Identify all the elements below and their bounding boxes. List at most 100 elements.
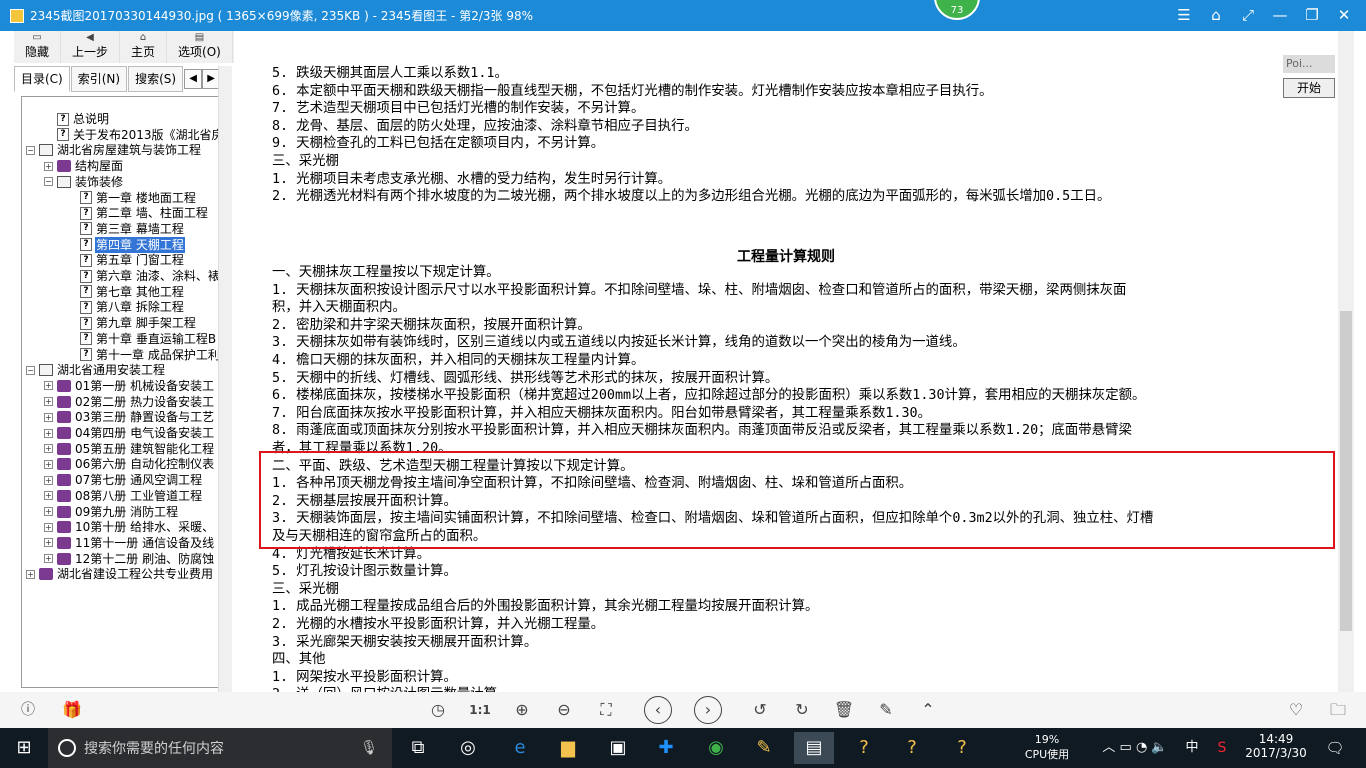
expand-icon[interactable]: + xyxy=(44,459,53,469)
delete-icon[interactable]: 🗑 xyxy=(830,696,858,724)
expand-icon[interactable]: + xyxy=(44,397,53,407)
tree-item[interactable]: ? 第七章 其他工程 xyxy=(80,284,185,300)
tree-item[interactable]: +01第一册 机械设备安装工 xyxy=(44,378,215,394)
tree-item[interactable]: ? 第一章 楼地面工程 xyxy=(80,190,197,206)
tab-index[interactable]: 索引(N) xyxy=(70,66,128,92)
tree-item[interactable]: +07第七册 通风空调工程 xyxy=(44,472,203,488)
tree-item[interactable]: ? 第四章 天棚工程 xyxy=(80,236,185,253)
tree-item[interactable]: + 湖北省建设工程公共专业费用 xyxy=(26,566,214,582)
expand-icon[interactable]: + xyxy=(44,522,53,532)
collapse-icon[interactable]: − xyxy=(26,145,35,155)
tree-item[interactable]: ? 第三章 幕墙工程 xyxy=(80,221,185,237)
expand-icon[interactable]: + xyxy=(44,428,53,438)
expand-icon[interactable]: + xyxy=(44,161,53,171)
expand-icon[interactable]: + xyxy=(44,538,53,548)
expand-icon[interactable]: + xyxy=(26,569,35,579)
skin-icon[interactable]: ⌂ xyxy=(1200,0,1232,31)
help-file-2-icon[interactable]: ? xyxy=(892,732,932,764)
action-center-icon[interactable]: 🗨 xyxy=(1320,728,1350,768)
expand-icon[interactable]: + xyxy=(44,444,53,454)
taskbar-search[interactable]: 搜索你需要的任何内容 🎙 xyxy=(48,728,392,768)
help-file-3-icon[interactable]: ? xyxy=(942,732,982,764)
image-viewer-icon[interactable]: ▤ xyxy=(794,732,834,764)
menu-icon[interactable]: ☰ xyxy=(1168,0,1200,31)
edit-icon[interactable]: ✎ xyxy=(872,696,900,724)
fullscreen-icon[interactable]: ⤢ xyxy=(1232,0,1264,31)
tree-item[interactable]: ? 第五章 门窗工程 xyxy=(80,252,185,268)
microphone-icon[interactable]: 🎙 xyxy=(360,740,378,756)
tree-item[interactable]: +08第八册 工业管道工程 xyxy=(44,488,203,504)
expand-icon[interactable]: + xyxy=(44,554,53,564)
tree-item[interactable]: ? 第十一章 成品保护工利 xyxy=(80,347,218,363)
rotate-right-icon[interactable]: ↻ xyxy=(788,696,816,724)
tree-item[interactable]: ? 第二章 墙、柱面工程 xyxy=(80,205,209,221)
fit-window-icon[interactable]: ⛶ xyxy=(592,696,620,724)
minimize-button[interactable]: — xyxy=(1264,0,1296,31)
start-button[interactable]: 开始 xyxy=(1283,78,1335,98)
start-button[interactable]: ⊞ xyxy=(0,728,48,768)
tree-item[interactable]: ? 关于发布2013版《湖北省房屋 xyxy=(44,127,218,143)
expand-icon[interactable]: + xyxy=(44,381,53,391)
tree-item[interactable]: − 湖北省通用安装工程 xyxy=(26,362,166,378)
help-file-1-icon[interactable]: ? xyxy=(844,732,884,764)
expand-icon[interactable]: + xyxy=(44,475,53,485)
maximize-button[interactable]: ❐ xyxy=(1296,0,1328,31)
scrollbar-thumb[interactable] xyxy=(1340,311,1352,631)
expand-icon[interactable]: + xyxy=(44,412,53,422)
rotate-left-icon[interactable]: ↺ xyxy=(746,696,774,724)
more-icon[interactable]: ⌃ xyxy=(914,696,942,724)
browser-360-icon[interactable]: ◎ xyxy=(448,732,488,764)
store-icon[interactable]: ▣ xyxy=(598,732,638,764)
tree-item[interactable]: + 结构屋面 xyxy=(44,158,124,174)
tree-item[interactable]: ? 第十章 垂直运输工程B xyxy=(80,331,217,347)
document-scrollbar[interactable] xyxy=(1338,31,1354,693)
tree-item[interactable]: ? 第八章 拆除工程 xyxy=(80,299,185,315)
tree-item[interactable]: +03第三册 静置设备与工艺 xyxy=(44,409,215,425)
options-button[interactable]: ▤ 选项(O) xyxy=(167,31,233,63)
tray-icons[interactable]: ︿ ▭ ◔ 🔈 xyxy=(1090,728,1180,768)
notification-badge[interactable]: 73 xyxy=(934,0,980,20)
tree-item[interactable]: +02第二册 热力设备安装工 xyxy=(44,394,215,410)
gift-icon[interactable]: 🎁 xyxy=(58,696,86,724)
actual-size-button[interactable]: 1:1 xyxy=(466,696,494,724)
collapse-icon[interactable]: − xyxy=(44,177,53,187)
app-plus-icon[interactable]: ✚ xyxy=(646,732,686,764)
tree-item[interactable]: ? 总说明 xyxy=(44,111,110,127)
tree-item[interactable]: +10第十册 给排水、采暖、 xyxy=(44,519,215,535)
tree-item[interactable]: − 湖北省房屋建筑与装饰工程 xyxy=(26,142,202,158)
favorite-icon[interactable]: ♡ xyxy=(1282,696,1310,724)
collapse-icon[interactable]: − xyxy=(26,365,35,375)
folder-icon[interactable]: 🗀 xyxy=(1324,696,1352,724)
tab-scroll-left-button[interactable]: ◀ xyxy=(184,69,203,89)
tree-item[interactable]: +06第六册 自动化控制仪表 xyxy=(44,456,215,472)
tree-item[interactable]: +04第四册 电气设备安装工 xyxy=(44,425,215,441)
ime-indicator[interactable]: 中 xyxy=(1182,728,1202,768)
tree-item[interactable]: ? 第六章 油漆、涂料、裱 xyxy=(80,268,218,284)
hide-button[interactable]: ▭ 隐藏 xyxy=(14,31,62,63)
cpu-indicator[interactable]: 19% CPU使用 xyxy=(1010,728,1084,768)
expand-icon[interactable]: + xyxy=(44,507,53,516)
zoom-out-icon[interactable]: ⊖ xyxy=(550,696,578,724)
back-button[interactable]: ◀ 上一步 xyxy=(61,31,121,63)
app-green-icon[interactable]: ◉ xyxy=(696,732,736,764)
previous-image-button[interactable]: ‹ xyxy=(644,696,672,724)
tree-item[interactable]: +09第九册 消防工程 xyxy=(44,504,179,520)
home-button[interactable]: ⌂ 主页 xyxy=(120,31,168,63)
expand-icon[interactable]: + xyxy=(44,491,53,501)
next-image-button[interactable]: › xyxy=(694,696,722,724)
file-explorer-icon[interactable]: ▆ xyxy=(548,732,588,764)
tree-item[interactable]: − 装饰装修 xyxy=(44,174,124,190)
clock[interactable]: 14:49 2017/3/30 xyxy=(1240,728,1312,768)
edge-icon[interactable]: e xyxy=(500,732,540,764)
tab-contents[interactable]: 目录(C) xyxy=(14,66,70,92)
zoom-in-icon[interactable]: ⊕ xyxy=(508,696,536,724)
notes-app-icon[interactable]: ✎ xyxy=(744,732,784,764)
close-button[interactable]: ✕ xyxy=(1328,0,1360,31)
tree-item[interactable]: +11第十一册 通信设备及线 xyxy=(44,535,215,551)
info-icon[interactable]: ⓘ xyxy=(14,696,42,724)
tree-item[interactable]: +05第五册 建筑智能化工程 xyxy=(44,441,215,457)
task-view-icon[interactable]: ⧉ xyxy=(398,732,438,764)
tree-item[interactable]: ? 第九章 脚手架工程 xyxy=(80,315,197,331)
sogou-icon[interactable]: S xyxy=(1210,728,1234,768)
tab-search[interactable]: 搜索(S) xyxy=(128,66,184,92)
